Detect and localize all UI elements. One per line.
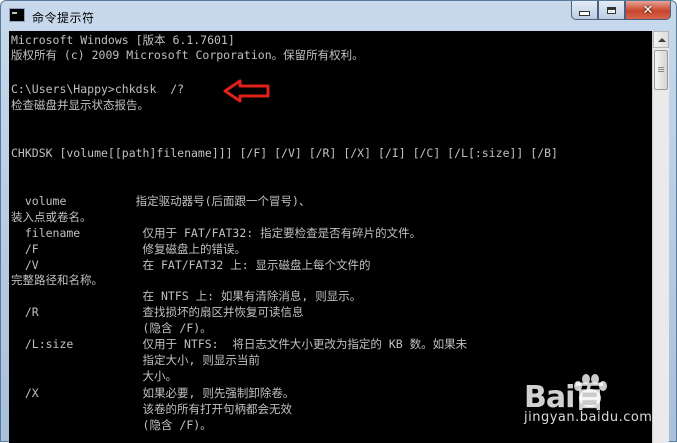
console-line: 指定大小, 则显示当前 bbox=[11, 353, 260, 367]
console-line: /L:size 仅用于 NTFS: 将日志文件大小更改为指定的 KB 数。如果未 bbox=[11, 337, 468, 351]
scroll-up-button[interactable] bbox=[653, 31, 669, 48]
console-line: (隐含 /F)。 bbox=[11, 418, 212, 432]
console-line: /V 在 FAT/FAT32 上: 显示磁盘上每个文件的 bbox=[11, 258, 371, 272]
title-bar[interactable]: 命令提示符 ✕ bbox=[1, 1, 676, 31]
console-line: 在 NTFS 上: 如果有清除消息, 则显示。 bbox=[11, 289, 362, 303]
minimize-button[interactable] bbox=[571, 1, 598, 20]
console-line: 大小。 bbox=[11, 369, 178, 383]
console-line: /X 如果必要, 则先强制卸除卷。 bbox=[11, 386, 295, 400]
console-line: filename 仅用于 FAT/FAT32: 指定要检查是否有碎片的文件。 bbox=[11, 226, 422, 240]
close-button[interactable]: ✕ bbox=[625, 1, 671, 20]
console-line: 版权所有 (c) 2009 Microsoft Corporation。保留所有… bbox=[11, 48, 364, 62]
console-line: C:\Users\Happy>chkdsk /? bbox=[11, 82, 185, 96]
red-arrow-annotation bbox=[223, 79, 270, 103]
maximize-icon bbox=[607, 6, 616, 14]
window-title: 命令提示符 bbox=[32, 11, 95, 25]
console-app-icon[interactable] bbox=[9, 8, 25, 22]
minimize-icon bbox=[579, 10, 590, 16]
console-line: volume 指定驱动器号(后面跟一个冒号)、 bbox=[11, 194, 311, 208]
console-line: (隐含 /F)。 bbox=[11, 321, 212, 335]
console-line: 装入点或卷名。 bbox=[11, 210, 92, 224]
baidu-watermark: Bai百 jingyan.baidu.com bbox=[512, 366, 672, 436]
console-line: 完整路径和名称。 bbox=[11, 273, 103, 287]
scroll-thumb[interactable] bbox=[654, 50, 668, 90]
console-line: 检查磁盘并显示状态报告。 bbox=[11, 98, 149, 112]
console-line: Microsoft Windows [版本 6.1.7601] bbox=[11, 33, 235, 47]
console-line: /R 查找损坏的扇区并恢复可读信息 bbox=[11, 305, 304, 319]
console-line: 该卷的所有打开句柄都会无效 bbox=[11, 402, 293, 416]
console-line: /F 修复磁盘上的错误。 bbox=[11, 242, 247, 256]
maximize-button[interactable] bbox=[598, 1, 625, 20]
caption-buttons: ✕ bbox=[571, 1, 671, 21]
close-icon: ✕ bbox=[642, 2, 654, 18]
console-line: CHKDSK [volume[[path]filename]]] [/F] [/… bbox=[11, 146, 558, 160]
watermark-url: jingyan.baidu.com bbox=[524, 410, 653, 425]
